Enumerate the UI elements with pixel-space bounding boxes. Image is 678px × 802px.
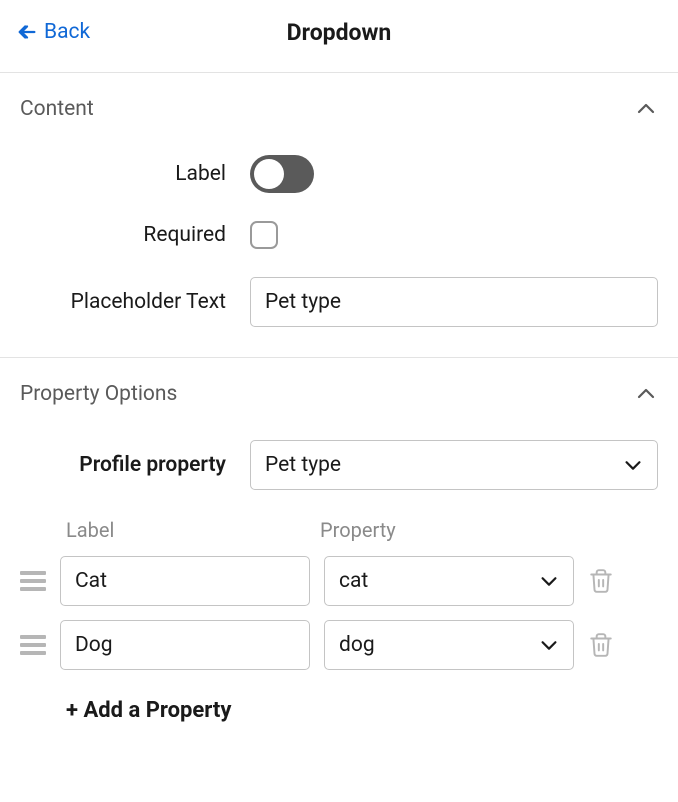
trash-icon[interactable] [588, 568, 614, 594]
option-property-value: dog [339, 633, 375, 657]
property-options-title: Property Options [20, 382, 177, 406]
page-title: Dropdown [287, 19, 392, 46]
trash-icon[interactable] [588, 632, 614, 658]
profile-property-select[interactable]: Pet type [250, 440, 658, 490]
option-row: cat [20, 556, 658, 606]
page-header: Back Dropdown [0, 0, 678, 72]
required-field-label: Required [20, 223, 250, 247]
required-row: Required [20, 221, 658, 249]
drag-handle-icon[interactable] [20, 633, 46, 657]
chevron-up-icon [634, 97, 658, 121]
back-label: Back [44, 20, 90, 44]
option-label-input[interactable] [60, 620, 310, 670]
property-options-section: Property Options Profile property Pet ty… [0, 357, 678, 743]
add-property-button[interactable]: + Add a Property [66, 698, 658, 723]
option-property-select[interactable]: cat [324, 556, 574, 606]
label-toggle[interactable] [250, 155, 314, 193]
label-row: Label [20, 155, 658, 193]
column-property-header: Property [320, 518, 396, 542]
placeholder-row: Placeholder Text [20, 277, 658, 327]
property-options-header[interactable]: Property Options [20, 382, 658, 406]
profile-property-row: Profile property Pet type [20, 440, 658, 490]
arrow-left-icon [16, 21, 38, 43]
option-property-value: cat [339, 569, 368, 593]
profile-property-label: Profile property [20, 453, 250, 477]
option-property-select[interactable]: dog [324, 620, 574, 670]
label-field-label: Label [20, 162, 250, 186]
back-button[interactable]: Back [16, 20, 90, 44]
option-columns-header: Label Property [20, 518, 658, 542]
option-row: dog [20, 620, 658, 670]
placeholder-input[interactable] [250, 277, 658, 327]
profile-property-value: Pet type [265, 453, 341, 477]
chevron-up-icon [634, 382, 658, 406]
drag-handle-icon[interactable] [20, 569, 46, 593]
content-section: Content Label Required Placeholder Text [0, 72, 678, 357]
toggle-knob [254, 159, 284, 189]
content-section-header[interactable]: Content [20, 97, 658, 121]
option-label-input[interactable] [60, 556, 310, 606]
column-label-header: Label [66, 518, 320, 542]
required-checkbox[interactable] [250, 221, 278, 249]
content-section-title: Content [20, 97, 94, 121]
placeholder-field-label: Placeholder Text [20, 290, 250, 314]
